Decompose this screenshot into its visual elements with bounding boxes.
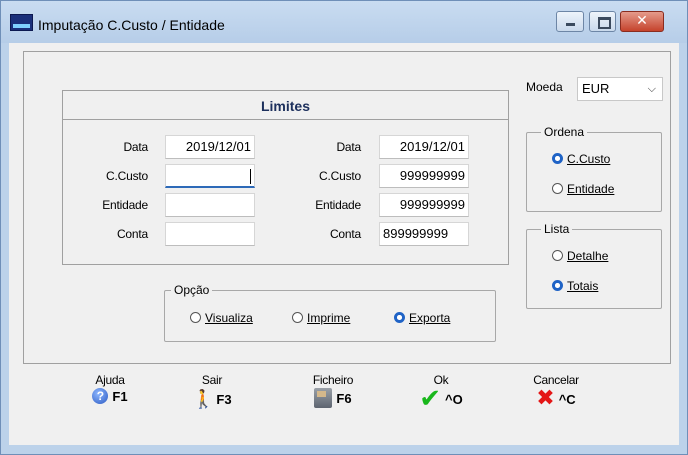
to-ccusto-field[interactable]: 999999999 [379,164,469,188]
moeda-value: EUR [582,81,610,96]
exit-door-icon: 🚶 [192,389,215,409]
cancel-x-icon: ✖ [536,386,555,411]
ordena-ccusto-radio[interactable]: C.Custo [552,152,610,166]
radio-unselected-icon [190,312,201,324]
maximize-button[interactable] [589,11,616,32]
opcao-legend: Opção [171,283,213,297]
checkmark-icon: ✔ [419,384,442,414]
dialog-body: Limites Data 2019/12/01 C.Custo Entidade… [9,43,679,445]
ordena-group: Ordena C.Custo Entidade [526,125,662,212]
moeda-label: Moeda [526,80,563,94]
limits-title: Limites [260,98,310,114]
help-icon: ? [92,388,109,404]
from-ccusto-field[interactable] [165,164,255,188]
ficheiro-button[interactable]: Ficheiro F6 [298,373,368,428]
limits-divider [63,119,508,120]
radio-selected-icon [394,312,405,324]
chevron-down-icon: ⌵ [647,83,656,95]
to-entidade-label: Entidade [315,198,361,212]
file-cabinet-icon [314,388,333,408]
radio-unselected-icon [552,250,563,262]
radio-unselected-icon [552,183,563,195]
to-entidade-field[interactable]: 999999999 [379,193,469,217]
from-entidade-label: Entidade [102,198,148,212]
from-conta-field[interactable] [165,222,255,246]
from-ccusto-label: C.Custo [106,169,148,183]
dialog-window: Imputação C.Custo / Entidade ✕ Limites D… [0,0,688,455]
window-title: Imputação C.Custo / Entidade [38,17,225,33]
from-date-label: Data [123,140,148,154]
radio-selected-icon [552,153,563,165]
ordena-entidade-radio[interactable]: Entidade [552,182,614,196]
lista-detalhe-radio[interactable]: Detalhe [552,249,608,263]
cancelar-button[interactable]: Cancelar ✖ ^C [521,373,591,428]
title-bar[interactable]: Imputação C.Custo / Entidade ✕ [1,1,687,43]
app-logo-icon [10,14,33,31]
lista-legend: Lista [541,222,573,236]
to-ccusto-label: C.Custo [319,169,361,183]
main-panel: Limites Data 2019/12/01 C.Custo Entidade… [23,51,671,364]
to-conta-field[interactable]: 899999999 [379,222,469,246]
close-button[interactable]: ✕ [620,11,664,32]
sair-button[interactable]: Sair 🚶 F3 [177,373,247,428]
to-date-label: Data [336,140,361,154]
moeda-select[interactable]: EUR ⌵ [577,77,663,101]
radio-unselected-icon [292,312,303,324]
opcao-exporta-radio[interactable]: Exporta [394,311,450,325]
limits-panel: Limites Data 2019/12/01 C.Custo Entidade… [62,90,509,265]
close-icon: ✕ [636,13,648,29]
minimize-icon [566,23,575,26]
lista-totais-radio[interactable]: Totais [552,279,598,293]
ok-button[interactable]: Ok ✔ ^O [406,373,476,428]
text-caret [250,169,251,184]
to-conta-label: Conta [329,227,361,241]
from-entidade-field[interactable] [165,193,255,217]
lista-group: Lista Detalhe Totais [526,222,662,309]
radio-selected-icon [552,280,563,292]
ordena-legend: Ordena [541,125,588,139]
ajuda-button[interactable]: Ajuda ? F1 [75,373,145,428]
opcao-visualiza-radio[interactable]: Visualiza [190,311,253,325]
from-date-field[interactable]: 2019/12/01 [165,135,255,159]
maximize-icon [598,17,611,29]
opcao-group: Opção Visualiza Imprime Exporta [164,283,496,342]
minimize-button[interactable] [556,11,584,32]
from-conta-label: Conta [116,227,148,241]
opcao-imprime-radio[interactable]: Imprime [292,311,350,325]
to-date-field[interactable]: 2019/12/01 [379,135,469,159]
